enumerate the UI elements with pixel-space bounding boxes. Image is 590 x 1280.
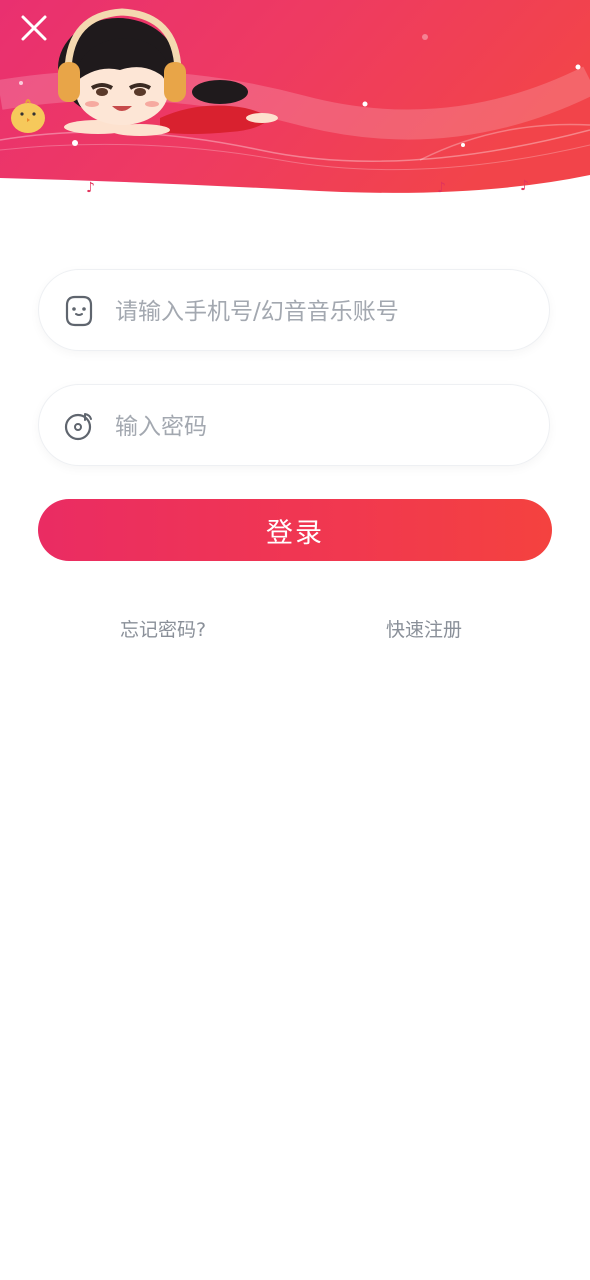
mascot-illustration (11, 8, 278, 136)
svg-text:♪: ♪ (520, 178, 529, 194)
svg-text:♪: ♪ (86, 180, 95, 196)
header-banner: ♪ ♪ ♪ (0, 0, 590, 205)
music-disc-icon (64, 413, 92, 441)
phone-input[interactable] (113, 288, 527, 336)
quick-register-link[interactable]: 快速注册 (386, 615, 462, 642)
forgot-password-link[interactable]: 忘记密码? (120, 615, 206, 642)
face-icon (65, 295, 93, 327)
login-button[interactable]: 登录 (38, 499, 552, 561)
password-input[interactable] (113, 403, 527, 451)
svg-text:♪: ♪ (437, 180, 446, 196)
password-field[interactable] (38, 384, 550, 466)
phone-field[interactable] (38, 269, 550, 351)
